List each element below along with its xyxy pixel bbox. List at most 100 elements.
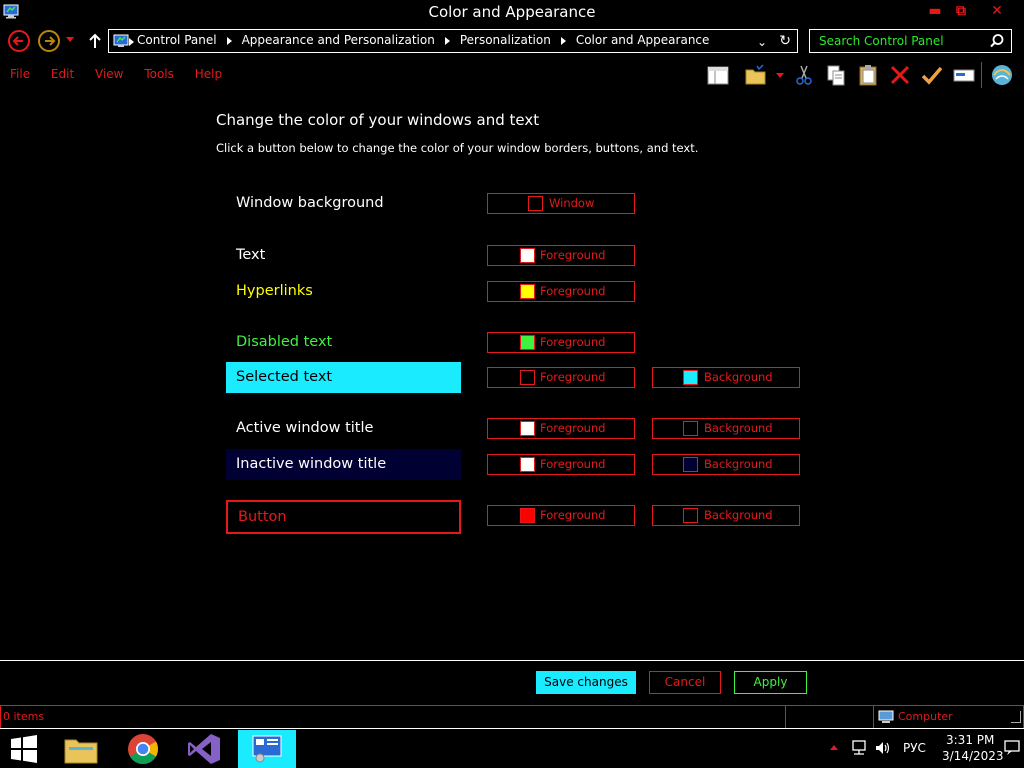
fg-label: Foreground: [540, 284, 606, 298]
status-bar: 0 items Computer: [0, 705, 1024, 729]
row-label-window-background: Window background: [236, 195, 384, 211]
search-input[interactable]: [810, 30, 985, 52]
volume-icon[interactable]: [874, 739, 892, 757]
row-label-hyperlinks: Hyperlinks: [236, 283, 313, 299]
fg-label: Window: [549, 196, 595, 210]
selected-text-bg-button[interactable]: Background: [652, 367, 800, 388]
chrome-icon: [128, 734, 159, 765]
forward-button[interactable]: [38, 30, 60, 52]
title-bar: Color and Appearance ▬ ⧉ ✕: [0, 0, 1024, 26]
delete-icon[interactable]: [888, 63, 912, 87]
forward-arrow-icon: [45, 36, 56, 46]
page-title: Change the color of your windows and tex…: [216, 111, 540, 129]
selected-text-fg-button[interactable]: Foreground: [487, 367, 635, 388]
row-label-selected-text: Selected text: [226, 362, 461, 393]
breadcrumb-control-panel[interactable]: Control Panel: [137, 33, 217, 47]
row-label-text: Text: [236, 247, 266, 263]
fg-swatch: [528, 196, 543, 211]
menu-view[interactable]: View: [95, 67, 123, 81]
show-hidden-icons-icon[interactable]: [830, 745, 838, 750]
close-button[interactable]: ✕: [982, 2, 1012, 20]
notifications-icon[interactable]: [1003, 738, 1021, 756]
shell-icon[interactable]: [990, 63, 1014, 87]
breadcrumb-color-appearance[interactable]: Color and Appearance: [576, 33, 710, 47]
row-label-active-window-title: Active window title: [236, 420, 374, 436]
fg-swatch: [520, 421, 535, 436]
bg-swatch: [683, 370, 698, 385]
taskbar-chrome[interactable]: [115, 730, 170, 768]
folder-dropdown-icon[interactable]: [776, 73, 784, 78]
fg-swatch: [520, 284, 535, 299]
apply-button[interactable]: Apply: [734, 671, 807, 694]
taskbar-control-panel[interactable]: [238, 730, 296, 768]
disabled-text-fg-button[interactable]: Foreground: [487, 332, 635, 353]
bg-swatch: [683, 421, 698, 436]
bg-swatch: [683, 508, 698, 523]
search-box[interactable]: [809, 29, 1012, 53]
breadcrumb-separator-icon: [444, 36, 450, 45]
fg-label: Foreground: [540, 421, 606, 435]
start-button[interactable]: [0, 730, 48, 768]
divider: [0, 660, 1024, 661]
hyperlinks-fg-button[interactable]: Foreground: [487, 281, 635, 302]
menu-tools[interactable]: Tools: [144, 67, 174, 81]
taskbar-file-explorer[interactable]: [54, 730, 109, 768]
windows-logo-icon: [11, 735, 37, 763]
up-arrow-icon: [89, 33, 101, 48]
fg-swatch: [520, 508, 535, 523]
fg-swatch: [520, 248, 535, 263]
clock-time[interactable]: 3:31 PM: [946, 733, 994, 747]
menu-edit[interactable]: Edit: [51, 67, 74, 81]
address-history-chevron-icon[interactable]: ⌄: [757, 35, 767, 49]
active-window-title-fg-button[interactable]: Foreground: [487, 418, 635, 439]
recent-locations-dropdown[interactable]: [66, 37, 74, 42]
resize-grip-icon[interactable]: [1011, 711, 1021, 723]
window-background-fg-button[interactable]: Window: [487, 193, 635, 214]
breadcrumb-separator-icon: [226, 36, 232, 45]
visual-studio-icon: [188, 734, 220, 764]
taskbar-visual-studio[interactable]: [176, 730, 231, 768]
button-bg-button[interactable]: Background: [652, 505, 800, 526]
breadcrumb-personalization[interactable]: Personalization: [460, 33, 551, 47]
save-changes-button[interactable]: Save changes: [536, 671, 636, 694]
bg-label: Background: [704, 508, 773, 522]
fg-swatch: [520, 370, 535, 385]
toolbar-divider: [981, 62, 982, 88]
copy-icon[interactable]: [824, 63, 848, 87]
maximize-button[interactable]: ⧉: [946, 2, 976, 20]
button-fg-button[interactable]: Foreground: [487, 505, 635, 526]
breadcrumb: Control Panel Appearance and Personalizat…: [137, 33, 709, 47]
folder-icon[interactable]: [744, 63, 768, 87]
back-arrow-icon: [12, 36, 23, 46]
input-language[interactable]: РУС: [903, 741, 926, 755]
address-bar[interactable]: Control Panel Appearance and Personalizat…: [108, 29, 798, 53]
up-button[interactable]: [86, 31, 104, 51]
breadcrumb-separator-icon: [129, 38, 134, 46]
inactive-window-title-bg-button[interactable]: Background: [652, 454, 800, 475]
cut-icon[interactable]: [792, 63, 816, 87]
fg-label: Foreground: [540, 370, 606, 384]
layout-icon[interactable]: [706, 63, 730, 87]
menu-bar: File Edit View Tools Help: [10, 67, 239, 81]
fg-label: Foreground: [540, 457, 606, 471]
menu-file[interactable]: File: [10, 67, 30, 81]
location-label: Computer: [898, 710, 953, 723]
cancel-button[interactable]: Cancel: [649, 671, 721, 694]
file-explorer-icon: [64, 739, 98, 764]
breadcrumb-appearance-personalization[interactable]: Appearance and Personalization: [242, 33, 435, 47]
menu-help[interactable]: Help: [195, 67, 222, 81]
network-icon[interactable]: [850, 739, 868, 757]
control-panel-icon: [252, 735, 282, 763]
back-button[interactable]: [8, 30, 30, 52]
inactive-window-title-fg-button[interactable]: Foreground: [487, 454, 635, 475]
checkmark-icon[interactable]: [920, 63, 944, 87]
clock-date[interactable]: 3/14/2023: [942, 749, 1004, 763]
paste-icon[interactable]: [856, 63, 880, 87]
text-fg-button[interactable]: Foreground: [487, 245, 635, 266]
search-icon[interactable]: [989, 33, 1005, 49]
properties-icon[interactable]: [952, 63, 976, 87]
status-divider: [785, 706, 786, 728]
refresh-icon[interactable]: ↻: [779, 33, 791, 49]
bg-swatch: [683, 457, 698, 472]
active-window-title-bg-button[interactable]: Background: [652, 418, 800, 439]
